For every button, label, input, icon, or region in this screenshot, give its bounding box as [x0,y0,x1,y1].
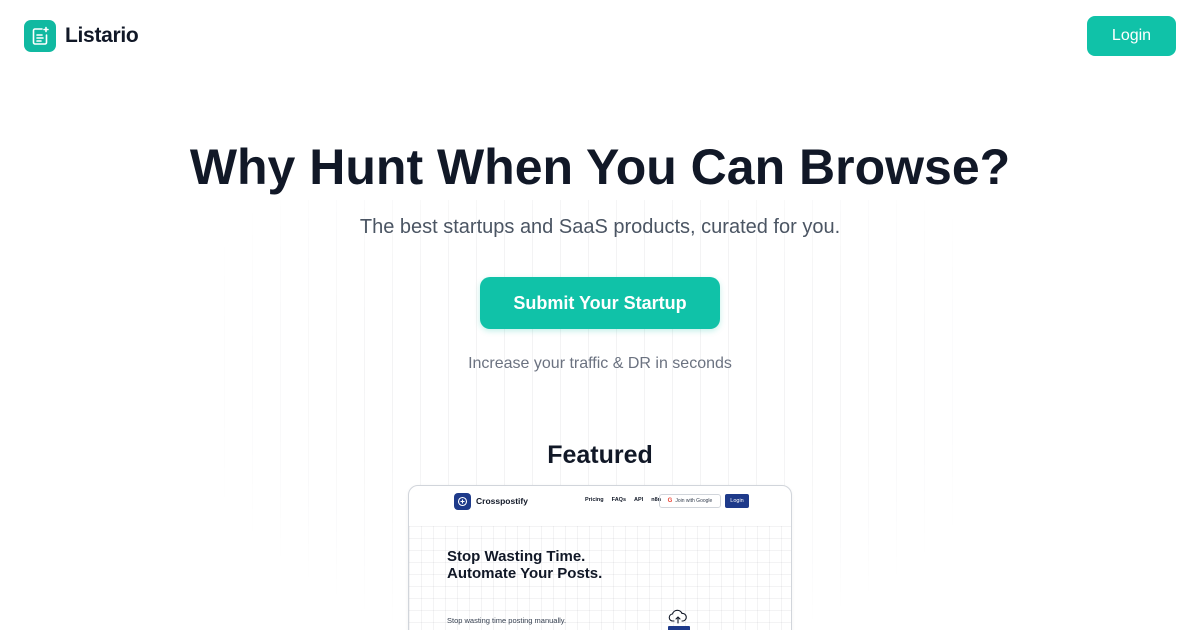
card-login-button: Login [725,494,749,508]
featured-card[interactable]: Crosspostify Pricing FAQs API n8n G Join… [408,485,792,630]
note-sparkle-icon [24,20,56,52]
card-copy: Stop wasting time posting manually. [447,616,567,625]
featured-title: Featured [547,441,653,469]
card-nav-link: API [634,497,644,503]
card-nav-link: Pricing [585,497,604,503]
brand[interactable]: Listario [24,20,139,52]
cta-note: Increase your traffic & DR in seconds [468,355,732,372]
plus-circle-icon [454,493,471,510]
top-nav: Listario Login [0,0,1200,72]
card-brand-name: Crosspostify [476,496,528,506]
card-headline: Stop Wasting Time. Automate Your Posts. [447,548,603,582]
card-nav-links: Pricing FAQs API n8n [585,497,661,503]
card-google-label: Join with Google [675,498,713,504]
card-google-button: G Join with Google [659,494,721,508]
hero-subtitle: The best startups and SaaS products, cur… [359,216,841,238]
google-icon: G [667,498,673,504]
card-nav-link: FAQs [611,497,627,503]
card-upload-chip [668,626,690,630]
card-screenshot-nav: Crosspostify Pricing FAQs API n8n G Join… [409,486,791,518]
login-button[interactable]: Login [1087,16,1176,56]
hero-title: Why Hunt When You Can Browse? [189,139,1011,195]
submit-startup-button[interactable]: Submit Your Startup [480,277,720,329]
brand-name: Listario [65,24,139,47]
